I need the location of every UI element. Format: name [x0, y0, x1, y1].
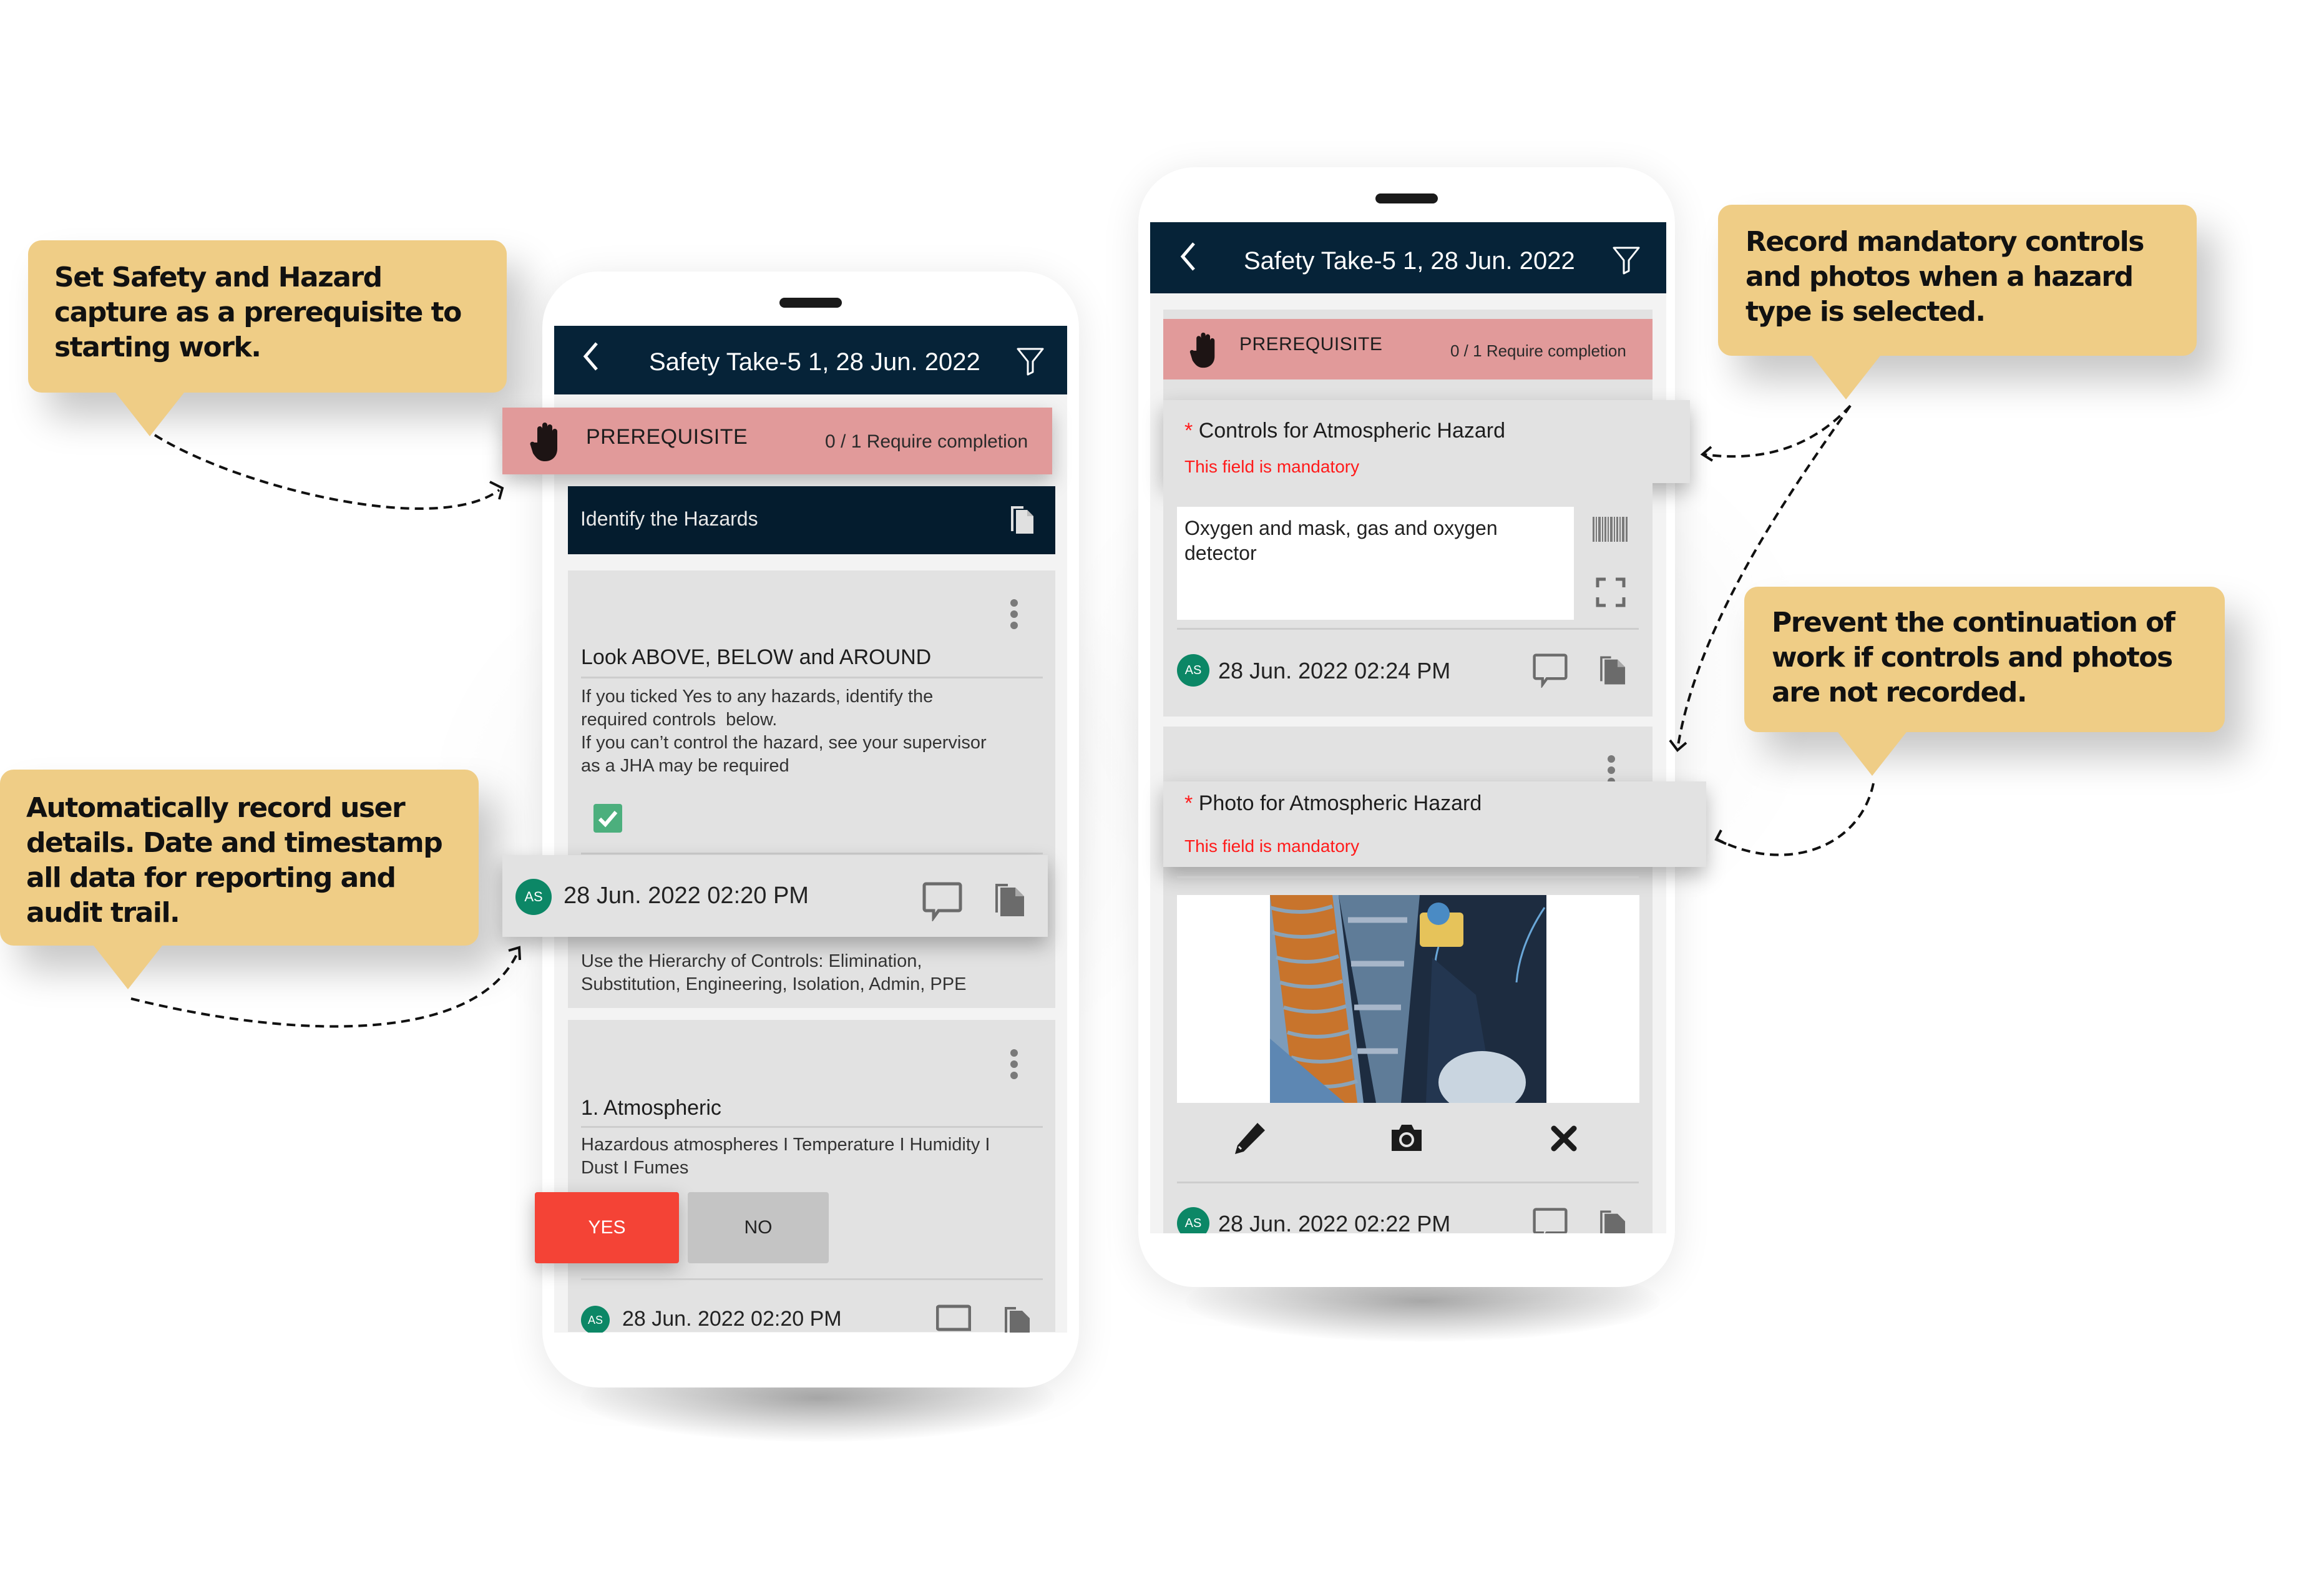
page-title: Safety Take-5 1, 28 Jun. 2022	[1244, 247, 1575, 275]
user-avatar: AS	[515, 879, 552, 915]
required-marker: *	[1184, 419, 1193, 443]
copy-icon[interactable]	[1599, 654, 1628, 690]
callout-text: Prevent the continuation of work if cont…	[1772, 607, 2175, 708]
speaker	[779, 298, 842, 308]
user-avatar: AS	[1177, 654, 1209, 687]
close-icon[interactable]	[1550, 1125, 1578, 1155]
more-options-icon[interactable]	[1010, 599, 1018, 633]
more-options-icon[interactable]	[1010, 1049, 1018, 1083]
callout-prerequisite: Set Safety and Hazard capture as a prere…	[28, 240, 507, 436]
desc-line: Hazardous atmospheres I Temperature I Hu…	[581, 1135, 990, 1155]
chevron-left-icon[interactable]	[580, 341, 602, 378]
callout-prevent: Prevent the continuation of work if cont…	[1744, 587, 2225, 776]
expand-icon[interactable]	[1596, 577, 1626, 610]
callout-tail	[115, 393, 184, 436]
section-header[interactable]: Identify the Hazards	[568, 486, 1055, 554]
app-header: Safety Take-5 1, 28 Jun. 2022	[554, 326, 1067, 394]
prerequisite-banner[interactable]: PREREQUISITE 0 / 1 Require completion	[1163, 319, 1653, 379]
photo-field-header: * Photo for Atmospheric Hazard This fiel…	[1163, 781, 1706, 867]
mandatory-error: This field is mandatory	[1184, 836, 1360, 856]
callout-tail	[1812, 356, 1880, 399]
chevron-left-icon[interactable]	[1178, 241, 1199, 278]
comment-icon[interactable]	[922, 881, 962, 924]
hint-line: Substitution, Engineering, Isolation, Ad…	[581, 974, 967, 994]
prerequisite-label: PREREQUISITE	[586, 425, 748, 449]
user-avatar: AS	[581, 1306, 610, 1334]
divider	[1177, 876, 1639, 878]
yes-button[interactable]: YES	[535, 1192, 679, 1263]
divider	[581, 677, 1043, 678]
callout-mandatory: Record mandatory controls and photos whe…	[1718, 205, 2197, 399]
comment-icon[interactable]	[1533, 653, 1568, 691]
phone-chin	[1139, 1233, 1674, 1286]
callout-text: Automatically record user details. Date …	[26, 792, 443, 929]
controls-textarea[interactable]: Oxygen and mask, gas and oxygen detector	[1177, 507, 1574, 620]
question-title: Look ABOVE, BELOW and AROUND	[581, 645, 932, 669]
copy-icon[interactable]	[1008, 504, 1036, 539]
speaker	[1375, 193, 1438, 203]
prerequisite-banner[interactable]: PREREQUISITE 0 / 1 Require completion	[502, 408, 1052, 474]
timestamp: 28 Jun. 2022 02:20 PM	[564, 883, 809, 909]
question-description: Hazardous atmospheres I Temperature I Hu…	[581, 1133, 1043, 1180]
callout-audit: Automatically record user details. Date …	[0, 770, 479, 989]
hand-stop-icon	[1188, 331, 1219, 372]
section-title: Identify the Hazards	[580, 507, 758, 530]
camera-icon[interactable]	[1389, 1122, 1424, 1157]
desc-line: If you ticked Yes to any hazards, identi…	[581, 687, 934, 707]
question-card	[568, 570, 1055, 1008]
audit-row: AS 28 Jun. 2022 02:20 PM	[502, 855, 1048, 937]
field-title: * Controls for Atmospheric Hazard	[1184, 419, 1505, 443]
check-icon	[598, 811, 618, 828]
prerequisite-label: PREREQUISITE	[1239, 334, 1383, 355]
desc-line: Dust I Fumes	[581, 1158, 689, 1178]
field-title-text: Controls for Atmospheric Hazard	[1198, 419, 1505, 443]
question-description: If you ticked Yes to any hazards, identi…	[581, 685, 1043, 778]
no-button[interactable]: NO	[688, 1192, 829, 1263]
divider	[1177, 1182, 1639, 1183]
desc-line: required controls below.	[581, 710, 778, 730]
prerequisite-count: 0 / 1 Require completion	[1450, 341, 1626, 360]
divider	[581, 853, 1043, 854]
controls-hint: Use the Hierarchy of Controls: Eliminati…	[581, 950, 1043, 996]
filter-icon[interactable]	[1612, 246, 1641, 278]
desc-line: If you can’t control the hazard, see you…	[581, 733, 987, 753]
textarea-value: Oxygen and mask, gas and oxygen detector	[1184, 516, 1559, 565]
divider	[581, 1126, 1043, 1128]
copy-icon[interactable]	[994, 881, 1027, 922]
hint-line: Use the Hierarchy of Controls: Eliminati…	[581, 951, 922, 971]
callout-text: Record mandatory controls and photos whe…	[1745, 226, 2144, 328]
divider	[581, 1278, 1043, 1280]
callout-tail	[1838, 732, 1907, 776]
question-title: 1. Atmospheric	[581, 1096, 721, 1120]
field-title-text: Photo for Atmospheric Hazard	[1198, 791, 1482, 815]
checkbox-checked[interactable]	[593, 804, 622, 833]
timestamp: 28 Jun. 2022 02:20 PM	[622, 1307, 842, 1331]
mandatory-error: This field is mandatory	[1184, 457, 1360, 476]
value-line: Oxygen and mask, gas and oxygen	[1184, 517, 1498, 539]
field-title: * Photo for Atmospheric Hazard	[1184, 791, 1482, 816]
timestamp: 28 Jun. 2022 02:24 PM	[1218, 658, 1451, 683]
filter-icon[interactable]	[1016, 347, 1045, 379]
controls-field-header: * Controls for Atmospheric Hazard This f…	[1163, 400, 1690, 483]
required-marker: *	[1184, 791, 1193, 815]
photo-image	[1270, 895, 1546, 1103]
page-title: Safety Take-5 1, 28 Jun. 2022	[649, 348, 980, 376]
callout-tail	[94, 946, 162, 989]
prerequisite-count: 0 / 1 Require completion	[825, 431, 1028, 452]
desc-line: as a JHA may be required	[581, 756, 789, 776]
value-line: detector	[1184, 542, 1257, 564]
divider	[1177, 628, 1639, 630]
edit-icon[interactable]	[1233, 1120, 1267, 1158]
barcode-icon[interactable]	[1593, 517, 1628, 545]
phone-chin	[543, 1333, 1078, 1376]
app-header: Safety Take-5 1, 28 Jun. 2022	[1150, 222, 1666, 293]
hazard-photo[interactable]	[1270, 895, 1546, 1103]
hand-stop-icon	[529, 421, 562, 466]
callout-text: Set Safety and Hazard capture as a prere…	[54, 262, 462, 363]
